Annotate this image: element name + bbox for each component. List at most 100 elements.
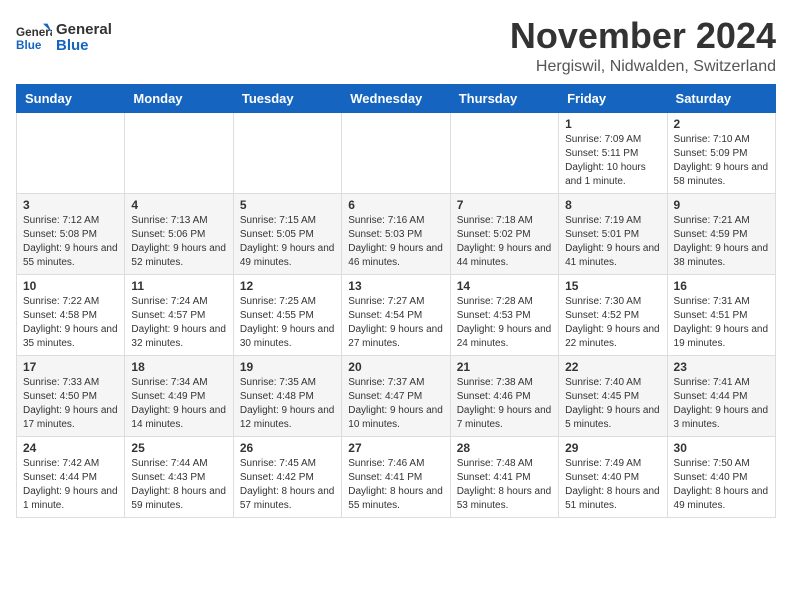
calendar-day-cell: 6Sunrise: 7:16 AM Sunset: 5:03 PM Daylig… <box>342 193 450 274</box>
weekday-header-sunday: Sunday <box>17 84 125 112</box>
calendar-day-cell: 15 Sunrise: 7:30 AM Sunset: 4:52 PM Dayli… <box>559 274 667 355</box>
calendar-day-cell: 3 Sunrise: 7:12 AM Sunset: 5:08 PM Daylig… <box>17 193 125 274</box>
calendar-day-cell: 26Sunrise: 7:45 AM Sunset: 4:42 PM Dayli… <box>233 436 341 517</box>
calendar-day-cell: 28Sunrise: 7:48 AM Sunset: 4:41 PM Dayli… <box>450 436 558 517</box>
day-info: Sunrise: 7:27 AM Sunset: 4:54 PM Dayligh… <box>348 295 443 351</box>
calendar-week-row: 10 Sunrise: 7:22 AM Sunset: 4:58 PM Dayli… <box>17 274 776 355</box>
day-info: Sunrise: 7:37 AM Sunset: 4:47 PM Dayligh… <box>348 376 443 432</box>
location-subtitle: Hergiswil, Nidwalden, Switzerland <box>510 58 776 76</box>
day-number: 13 <box>348 279 443 293</box>
logo-general: General <box>56 21 112 38</box>
calendar-day-cell: 1 Sunrise: 7:09 AM Sunset: 5:11 PM Daylig… <box>559 112 667 193</box>
logo-icon: General Blue <box>16 20 52 56</box>
calendar-empty-cell <box>233 112 341 193</box>
day-info: Sunrise: 7:19 AM Sunset: 5:01 PM Dayligh… <box>565 214 660 270</box>
day-info: Sunrise: 7:12 AM Sunset: 5:08 PM Dayligh… <box>23 214 118 270</box>
calendar-day-cell: 27Sunrise: 7:46 AM Sunset: 4:41 PM Dayli… <box>342 436 450 517</box>
day-info: Sunrise: 7:10 AM Sunset: 5:09 PM Dayligh… <box>674 133 769 189</box>
calendar-week-row: 3 Sunrise: 7:12 AM Sunset: 5:08 PM Daylig… <box>17 193 776 274</box>
day-number: 12 <box>240 279 335 293</box>
day-info: Sunrise: 7:28 AM Sunset: 4:53 PM Dayligh… <box>457 295 552 351</box>
calendar-day-cell: 2 Sunrise: 7:10 AM Sunset: 5:09 PM Daylig… <box>667 112 775 193</box>
day-number: 4 <box>131 198 226 212</box>
day-number: 2 <box>674 117 769 131</box>
calendar-empty-cell <box>450 112 558 193</box>
day-info: Sunrise: 7:33 AM Sunset: 4:50 PM Dayligh… <box>23 376 118 432</box>
calendar-day-cell: 24 Sunrise: 7:42 AM Sunset: 4:44 PM Dayli… <box>17 436 125 517</box>
calendar-day-cell: 19 Sunrise: 7:35 AM Sunset: 4:48 PM Dayli… <box>233 355 341 436</box>
day-info: Sunrise: 7:40 AM Sunset: 4:45 PM Dayligh… <box>565 376 660 432</box>
title-section: November 2024 Hergiswil, Nidwalden, Swit… <box>510 16 776 76</box>
calendar-empty-cell <box>342 112 450 193</box>
day-number: 26 <box>240 441 335 455</box>
day-number: 25 <box>131 441 226 455</box>
day-info: Sunrise: 7:42 AM Sunset: 4:44 PM Dayligh… <box>23 457 118 513</box>
day-number: 5 <box>240 198 335 212</box>
day-info: Sunrise: 7:41 AM Sunset: 4:44 PM Dayligh… <box>674 376 769 432</box>
day-info: Sunrise: 7:15 AM Sunset: 5:05 PM Dayligh… <box>240 214 335 270</box>
day-number: 23 <box>674 360 769 374</box>
calendar-day-cell: 7 Sunrise: 7:18 AM Sunset: 5:02 PM Daylig… <box>450 193 558 274</box>
calendar-week-row: 24 Sunrise: 7:42 AM Sunset: 4:44 PM Dayli… <box>17 436 776 517</box>
day-info: Sunrise: 7:35 AM Sunset: 4:48 PM Dayligh… <box>240 376 335 432</box>
calendar-day-cell: 4 Sunrise: 7:13 AM Sunset: 5:06 PM Daylig… <box>125 193 233 274</box>
calendar-day-cell: 29Sunrise: 7:49 AM Sunset: 4:40 PM Dayli… <box>559 436 667 517</box>
day-number: 16 <box>674 279 769 293</box>
calendar-empty-cell <box>125 112 233 193</box>
day-number: 24 <box>23 441 118 455</box>
day-info: Sunrise: 7:21 AM Sunset: 4:59 PM Dayligh… <box>674 214 769 270</box>
day-info: Sunrise: 7:38 AM Sunset: 4:46 PM Dayligh… <box>457 376 552 432</box>
day-info: Sunrise: 7:18 AM Sunset: 5:02 PM Dayligh… <box>457 214 552 270</box>
day-info: Sunrise: 7:24 AM Sunset: 4:57 PM Dayligh… <box>131 295 226 351</box>
day-number: 18 <box>131 360 226 374</box>
calendar-empty-cell <box>17 112 125 193</box>
weekday-header-tuesday: Tuesday <box>233 84 341 112</box>
day-number: 19 <box>240 360 335 374</box>
day-info: Sunrise: 7:09 AM Sunset: 5:11 PM Dayligh… <box>565 133 660 189</box>
weekday-header-thursday: Thursday <box>450 84 558 112</box>
calendar-table: SundayMondayTuesdayWednesdayThursdayFrid… <box>16 84 776 518</box>
calendar-day-cell: 17Sunrise: 7:33 AM Sunset: 4:50 PM Dayli… <box>17 355 125 436</box>
weekday-header-saturday: Saturday <box>667 84 775 112</box>
day-info: Sunrise: 7:44 AM Sunset: 4:43 PM Dayligh… <box>131 457 226 513</box>
day-info: Sunrise: 7:16 AM Sunset: 5:03 PM Dayligh… <box>348 214 443 270</box>
weekday-header-wednesday: Wednesday <box>342 84 450 112</box>
svg-text:General: General <box>16 26 52 39</box>
day-info: Sunrise: 7:30 AM Sunset: 4:52 PM Dayligh… <box>565 295 660 351</box>
day-number: 3 <box>23 198 118 212</box>
calendar-week-row: 17Sunrise: 7:33 AM Sunset: 4:50 PM Dayli… <box>17 355 776 436</box>
calendar-day-cell: 12 Sunrise: 7:25 AM Sunset: 4:55 PM Dayli… <box>233 274 341 355</box>
day-info: Sunrise: 7:25 AM Sunset: 4:55 PM Dayligh… <box>240 295 335 351</box>
day-number: 20 <box>348 360 443 374</box>
logo-blue: Blue <box>56 37 89 54</box>
logo: General Blue General Blue <box>16 20 112 56</box>
day-number: 11 <box>131 279 226 293</box>
calendar-day-cell: 5 Sunrise: 7:15 AM Sunset: 5:05 PM Daylig… <box>233 193 341 274</box>
weekday-header-monday: Monday <box>125 84 233 112</box>
calendar-day-cell: 11 Sunrise: 7:24 AM Sunset: 4:57 PM Dayli… <box>125 274 233 355</box>
calendar-day-cell: 14 Sunrise: 7:28 AM Sunset: 4:53 PM Dayli… <box>450 274 558 355</box>
day-info: Sunrise: 7:34 AM Sunset: 4:49 PM Dayligh… <box>131 376 226 432</box>
day-info: Sunrise: 7:48 AM Sunset: 4:41 PM Dayligh… <box>457 457 552 513</box>
day-info: Sunrise: 7:22 AM Sunset: 4:58 PM Dayligh… <box>23 295 118 351</box>
day-number: 9 <box>674 198 769 212</box>
day-info: Sunrise: 7:13 AM Sunset: 5:06 PM Dayligh… <box>131 214 226 270</box>
calendar-day-cell: 30Sunrise: 7:50 AM Sunset: 4:40 PM Dayli… <box>667 436 775 517</box>
day-info: Sunrise: 7:31 AM Sunset: 4:51 PM Dayligh… <box>674 295 769 351</box>
calendar-day-cell: 23 Sunrise: 7:41 AM Sunset: 4:44 PM Dayli… <box>667 355 775 436</box>
calendar-day-cell: 8 Sunrise: 7:19 AM Sunset: 5:01 PM Daylig… <box>559 193 667 274</box>
day-number: 15 <box>565 279 660 293</box>
calendar-day-cell: 16 Sunrise: 7:31 AM Sunset: 4:51 PM Dayli… <box>667 274 775 355</box>
day-number: 14 <box>457 279 552 293</box>
day-number: 7 <box>457 198 552 212</box>
calendar-day-cell: 9 Sunrise: 7:21 AM Sunset: 4:59 PM Daylig… <box>667 193 775 274</box>
calendar-day-cell: 25 Sunrise: 7:44 AM Sunset: 4:43 PM Dayli… <box>125 436 233 517</box>
day-number: 1 <box>565 117 660 131</box>
day-number: 10 <box>23 279 118 293</box>
day-info: Sunrise: 7:46 AM Sunset: 4:41 PM Dayligh… <box>348 457 443 513</box>
day-number: 8 <box>565 198 660 212</box>
day-number: 21 <box>457 360 552 374</box>
calendar-day-cell: 10 Sunrise: 7:22 AM Sunset: 4:58 PM Dayli… <box>17 274 125 355</box>
calendar-day-cell: 22Sunrise: 7:40 AM Sunset: 4:45 PM Dayli… <box>559 355 667 436</box>
day-info: Sunrise: 7:49 AM Sunset: 4:40 PM Dayligh… <box>565 457 660 513</box>
